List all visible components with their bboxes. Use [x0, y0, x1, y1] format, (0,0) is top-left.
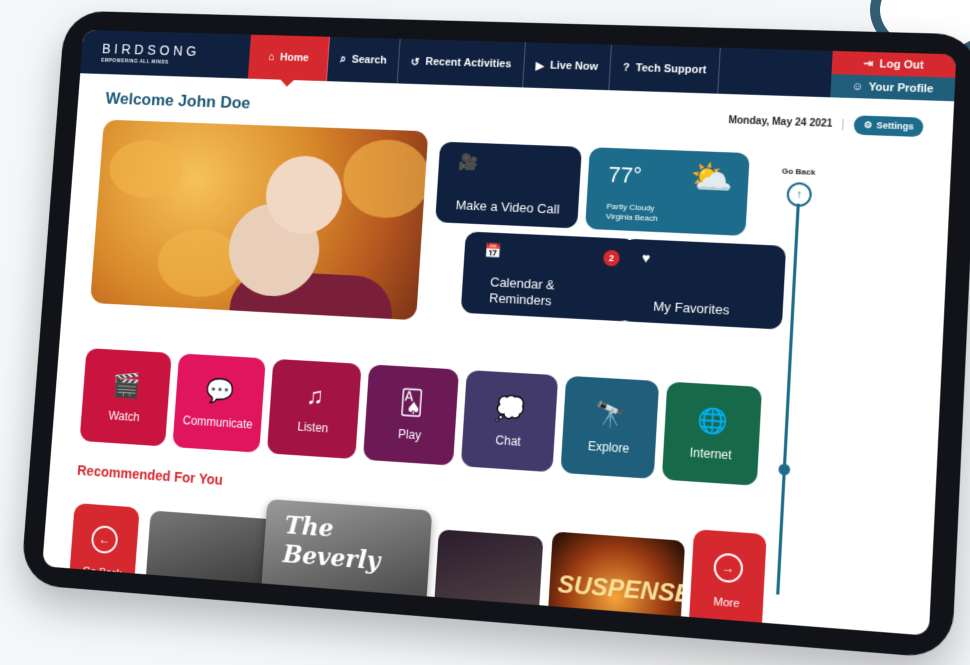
favorites-tile[interactable]: ♥ My Favorites: [617, 238, 787, 330]
show-thumbnail-suspense[interactable]: SUSPENSE: [546, 531, 686, 636]
arrow-right-icon: →: [713, 552, 744, 584]
nav-recent-label: Recent Activities: [425, 56, 512, 71]
history-icon: ↺: [410, 56, 421, 69]
current-date: Monday, May 24 2021: [728, 114, 845, 130]
nav-tech-support[interactable]: ? Tech Support: [609, 44, 721, 94]
nav-search-label: Search: [351, 53, 388, 67]
brand-logo[interactable]: BIRDSONG EMPOWERING ALL MINDS: [80, 30, 251, 79]
weather-tile[interactable]: 77° ⛅ Partly Cloudy Virginia Beach: [585, 147, 750, 236]
show-caption: The Beverly Hillbillies: [265, 595, 367, 615]
app-screen: BIRDSONG EMPOWERING ALL MINDS ⌂ Home ⌕ S…: [42, 29, 957, 636]
logout-icon: ⇥: [863, 57, 874, 71]
favorites-label: My Favorites: [652, 298, 730, 318]
more-label: More: [713, 595, 740, 611]
chat-bubbles-icon: 💭: [494, 394, 526, 424]
app-label: Play: [397, 426, 422, 442]
app-label: Communicate: [182, 412, 254, 432]
calendar-tile[interactable]: 📅 2 Calendar & Reminders: [460, 231, 637, 322]
nav-search[interactable]: ⌕ Search: [327, 36, 401, 84]
weather-location: Virginia Beach: [605, 211, 658, 223]
speech-bubble-icon: 💬: [204, 377, 235, 406]
playing-cards-icon: 🂡: [398, 388, 425, 417]
app-label: Chat: [495, 432, 522, 449]
app-play[interactable]: 🂡 Play: [362, 364, 460, 466]
side-go-back-label: Go Back: [781, 166, 816, 177]
carousel-go-back-button[interactable]: ← Go Back: [67, 502, 140, 603]
hero-photo: [90, 119, 429, 321]
logout-label: Log Out: [879, 57, 925, 72]
show-title-art: SUSPENSE: [556, 570, 686, 609]
tablet-device: BIRDSONG EMPOWERING ALL MINDS ⌂ Home ⌕ S…: [20, 10, 970, 659]
clapperboard-icon: 🎬: [111, 371, 142, 400]
go-back-label: Go Back: [82, 565, 123, 581]
show-title-art: The Beverly: [281, 510, 382, 576]
foliage-shape: [340, 138, 429, 220]
play-icon: ▶: [535, 59, 545, 72]
app-label: Explore: [587, 438, 630, 456]
nav-home-label: Home: [279, 51, 310, 65]
video-call-tile[interactable]: 🎥 Make a Video Call: [435, 141, 582, 229]
show-thumbnail-beverly-hillbillies[interactable]: The Beverly The Beverly Hillbillies: [259, 499, 433, 628]
music-notes-icon: ♫: [305, 382, 325, 411]
nav-live-now[interactable]: ▶ Live Now: [522, 42, 613, 91]
carousel-more-button[interactable]: → More: [688, 529, 767, 635]
weather-details: Partly Cloudy Virginia Beach: [606, 202, 659, 224]
home-icon: ⌂: [267, 51, 275, 64]
settings-button[interactable]: ⚙ Settings: [853, 114, 924, 137]
heart-icon: ♥: [641, 249, 651, 266]
app-watch[interactable]: 🎬 Watch: [79, 348, 172, 447]
app-label: Watch: [108, 408, 141, 424]
calendar-label: Calendar & Reminders: [488, 274, 556, 309]
weather-temperature: 77°: [607, 161, 643, 189]
app-internet[interactable]: 🌐 Internet: [661, 381, 763, 486]
reminder-count-badge: 2: [602, 249, 620, 267]
user-icon: ☺: [851, 80, 864, 93]
nav-recent-activities[interactable]: ↺ Recent Activities: [397, 38, 526, 88]
search-icon: ⌕: [339, 53, 347, 65]
binoculars-icon: 🔭: [594, 400, 627, 430]
dashboard-main: 🎥 Make a Video Call 77° ⛅ Partly Cloudy …: [88, 119, 952, 595]
calendar-icon: 📅: [483, 242, 502, 259]
video-camera-icon: 🎥: [457, 154, 479, 172]
arrow-left-icon: ←: [90, 524, 119, 555]
app-explore[interactable]: 🔭 Explore: [560, 375, 660, 479]
profile-label: Your Profile: [868, 80, 934, 95]
profile-button[interactable]: ☺ Your Profile: [830, 74, 956, 102]
nav-home[interactable]: ⌂ Home: [247, 34, 331, 82]
gear-icon: ⚙: [863, 119, 873, 130]
app-listen[interactable]: ♫ Listen: [266, 358, 362, 460]
account-menu: ⇥ Log Out ☺ Your Profile: [830, 50, 957, 102]
show-caption: THE DICK VAN DYKE SHOW: [153, 584, 282, 607]
brand-name: BIRDSONG: [101, 40, 201, 59]
globe-icon: 🌐: [696, 406, 729, 436]
partly-cloudy-icon: ⛅: [689, 158, 736, 198]
settings-label: Settings: [876, 120, 914, 132]
help-icon: ?: [622, 61, 631, 74]
app-chat[interactable]: 💭 Chat: [460, 370, 559, 473]
foliage-shape: [107, 138, 186, 200]
nav-live-label: Live Now: [549, 59, 599, 74]
welcome-title: Welcome John Doe: [104, 89, 251, 113]
app-communicate[interactable]: 💬 Communicate: [172, 353, 266, 453]
video-call-label: Make a Video Call: [455, 197, 560, 217]
scroll-thumb[interactable]: [778, 463, 791, 476]
app-label: Internet: [689, 444, 733, 462]
app-label: Listen: [296, 419, 329, 436]
nav-support-label: Tech Support: [635, 62, 707, 77]
show-thumbnail-royal[interactable]: [432, 529, 544, 635]
